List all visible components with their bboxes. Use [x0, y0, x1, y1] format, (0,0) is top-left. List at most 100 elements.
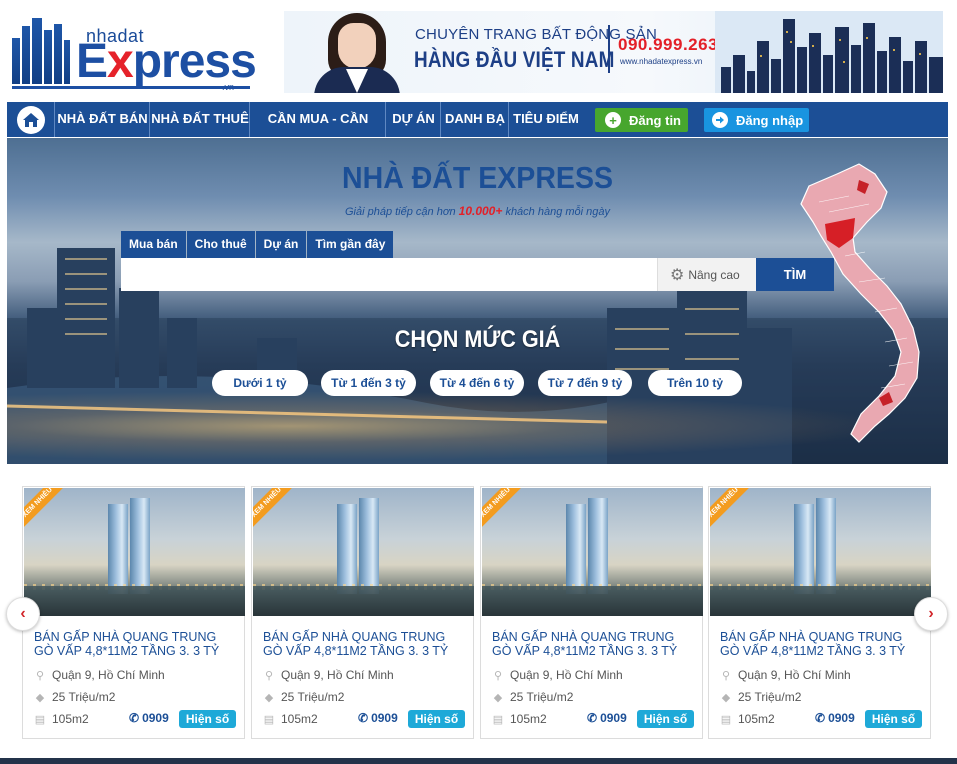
area-icon: ▤: [263, 713, 275, 726]
location-pin-icon: ⚲: [493, 669, 503, 682]
support-agent-image: [310, 11, 406, 93]
login-button[interactable]: Đăng nhập: [704, 108, 809, 132]
listing-location: ⚲ Quận 9, Hồ Chí Minh: [35, 668, 165, 682]
phone-icon: ✆: [587, 711, 598, 725]
listing-card[interactable]: XEM NHIỀU BÁN GẤP NHÀ QUANG TRUNG GÒ VẤP…: [708, 486, 931, 739]
city-skyline-image: [715, 11, 943, 93]
location-pin-icon: ⚲: [721, 669, 731, 682]
price-option-1-3b[interactable]: Từ 1 đến 3 tỷ: [321, 370, 416, 396]
post-listing-label: Đăng tin: [629, 112, 681, 128]
advanced-search-label: Nâng cao: [688, 267, 740, 282]
area-icon: ▤: [492, 713, 504, 726]
price-tag-icon: ◆: [35, 691, 45, 704]
phone-icon: ✆: [129, 711, 140, 725]
listing-phone: ✆ 0909: [129, 711, 169, 725]
listing-badge: XEM NHIỀU: [253, 488, 298, 534]
vietnam-map-icon: [800, 163, 920, 443]
price-option-under-1b[interactable]: Dưới 1 tỷ: [212, 370, 308, 396]
nav-item-can-mua-can-thue[interactable]: CẦN MUA - CẦN THUÊ: [251, 102, 386, 159]
area-icon: ▤: [34, 713, 46, 726]
nav-item-nha-dat-thue[interactable]: NHÀ ĐẤT THUÊ: [151, 102, 250, 137]
search-tabs: Mua bán Cho thuê Dự án Tìm gần đây: [121, 231, 394, 258]
reveal-phone-button[interactable]: Hiện số: [865, 710, 922, 728]
tab-mua-ban[interactable]: Mua bán: [121, 231, 186, 258]
price-section-title: CHỌN MỨC GIÁ: [394, 326, 561, 353]
chevron-left-icon: ‹: [20, 605, 26, 622]
reveal-phone-button[interactable]: Hiện số: [408, 710, 465, 728]
banner-divider: [608, 25, 610, 73]
search-input[interactable]: [121, 258, 657, 291]
listing-card[interactable]: XEM NHIỀU BÁN GẤP NHÀ QUANG TRUNG GÒ VẤP…: [480, 486, 703, 739]
footer-strip: [0, 758, 957, 764]
listing-price: ◆ 25 Triệu/m2: [493, 690, 574, 704]
banner-phone: 090.999.2638: [618, 35, 728, 54]
main-nav: NHÀ ĐẤT BÁN NHÀ ĐẤT THUÊ CẦN MUA - CẦN T…: [7, 102, 948, 159]
location-pin-icon: ⚲: [264, 669, 274, 682]
home-icon: [16, 105, 45, 134]
site-logo[interactable]: nhadat Express .vn: [10, 14, 257, 94]
reveal-phone-button[interactable]: Hiện số: [179, 710, 236, 728]
reveal-phone-button[interactable]: Hiện số: [637, 710, 694, 728]
phone-icon: ✆: [358, 711, 369, 725]
listing-location: ⚲ Quận 9, Hồ Chí Minh: [264, 668, 394, 682]
tab-du-an[interactable]: Dự án: [255, 231, 307, 258]
hero-search-section: NHÀ ĐẤT EXPRESS Giải pháp tiếp cận hơn 1…: [7, 138, 948, 464]
advanced-search-button[interactable]: ⚙ Nâng cao: [657, 258, 756, 291]
listing-phone: ✆ 0909: [815, 711, 855, 725]
header-banner[interactable]: CHUYÊN TRANG BẤT ĐỘNG SẢN HÀNG ĐẦU VIỆT …: [284, 11, 943, 93]
banner-line2: HÀNG ĐẦU VIỆT NAM: [414, 47, 615, 72]
listing-card[interactable]: XEM NHIỀU BÁN GẤP NHÀ QUANG TRUNG GÒ VẤP…: [251, 486, 474, 739]
logo-big-text: Express: [76, 35, 257, 88]
banner-website: www.nhadatexpress.vn: [620, 57, 703, 66]
post-listing-button[interactable]: + Đăng tin: [595, 108, 688, 132]
price-tag-icon: ◆: [264, 691, 274, 704]
featured-listings: XEM NHIỀU BÁN GẤP NHÀ QUANG TRUNG GÒ VẤP…: [7, 464, 948, 754]
price-option-over-10b[interactable]: Trên 10 tỷ: [648, 370, 742, 396]
listing-location: ⚲ Quận 9, Hồ Chí Minh: [493, 668, 623, 682]
tab-cho-thue[interactable]: Cho thuê: [186, 231, 255, 258]
gear-icon: ⚙: [670, 266, 685, 284]
listing-phone: ✆ 0909: [587, 711, 627, 725]
hero-subtitle-count: 10.000+: [458, 204, 503, 218]
price-tag-icon: ◆: [721, 691, 731, 704]
logo-building-icon: [10, 18, 72, 84]
listing-badge: XEM NHIỀU: [710, 488, 755, 534]
listing-photo[interactable]: XEM NHIỀU: [710, 488, 931, 616]
listing-area: ▤ 105m2: [263, 712, 318, 726]
listing-title[interactable]: BÁN GẤP NHÀ QUANG TRUNG GÒ VẤP 4,8*11M2 …: [263, 630, 468, 658]
listing-badge: XEM NHIỀU: [24, 488, 69, 534]
listing-title[interactable]: BÁN GẤP NHÀ QUANG TRUNG GÒ VẤP 4,8*11M2 …: [34, 630, 239, 658]
listing-card[interactable]: XEM NHIỀU BÁN GẤP NHÀ QUANG TRUNG GÒ VẤP…: [22, 486, 245, 739]
login-icon: [712, 112, 728, 128]
listing-price: ◆ 25 Triệu/m2: [264, 690, 345, 704]
nav-item-danh-ba[interactable]: DANH BẠ: [442, 102, 509, 137]
logo-underline: [12, 86, 250, 89]
nav-item-du-an[interactable]: DỰ ÁN: [387, 102, 441, 137]
listing-area: ▤ 105m2: [492, 712, 547, 726]
listing-location: ⚲ Quận 9, Hồ Chí Minh: [721, 668, 851, 682]
location-pin-icon: ⚲: [35, 669, 45, 682]
plus-icon: +: [605, 112, 621, 128]
login-label: Đăng nhập: [736, 112, 804, 128]
listing-badge: XEM NHIỀU: [482, 488, 527, 534]
home-button[interactable]: [7, 102, 55, 137]
nav-item-tieu-diem[interactable]: TIÊU ĐIỂM: [510, 102, 582, 137]
listing-area: ▤ 105m2: [720, 712, 775, 726]
listing-price: ◆ 25 Triệu/m2: [35, 690, 116, 704]
area-icon: ▤: [720, 713, 732, 726]
listing-photo[interactable]: XEM NHIỀU: [253, 488, 474, 616]
price-option-4-6b[interactable]: Từ 4 đến 6 tỷ: [430, 370, 524, 396]
nav-item-nha-dat-ban[interactable]: NHÀ ĐẤT BÁN: [56, 102, 150, 137]
listing-title[interactable]: BÁN GẤP NHÀ QUANG TRUNG GÒ VẤP 4,8*11M2 …: [720, 630, 925, 658]
price-option-7-9b[interactable]: Từ 7 đến 9 tỷ: [538, 370, 632, 396]
search-bar: ⚙ Nâng cao TÌM: [121, 258, 834, 291]
carousel-next-button[interactable]: ›: [914, 597, 948, 631]
listing-photo[interactable]: XEM NHIỀU: [24, 488, 245, 616]
carousel-prev-button[interactable]: ‹: [6, 597, 40, 631]
chevron-right-icon: ›: [928, 605, 934, 622]
listing-title[interactable]: BÁN GẤP NHÀ QUANG TRUNG GÒ VẤP 4,8*11M2 …: [492, 630, 697, 658]
listing-price: ◆ 25 Triệu/m2: [721, 690, 802, 704]
listing-photo[interactable]: XEM NHIỀU: [482, 488, 703, 616]
phone-icon: ✆: [815, 711, 826, 725]
tab-tim-gan-day[interactable]: Tìm gần đây: [307, 231, 394, 258]
